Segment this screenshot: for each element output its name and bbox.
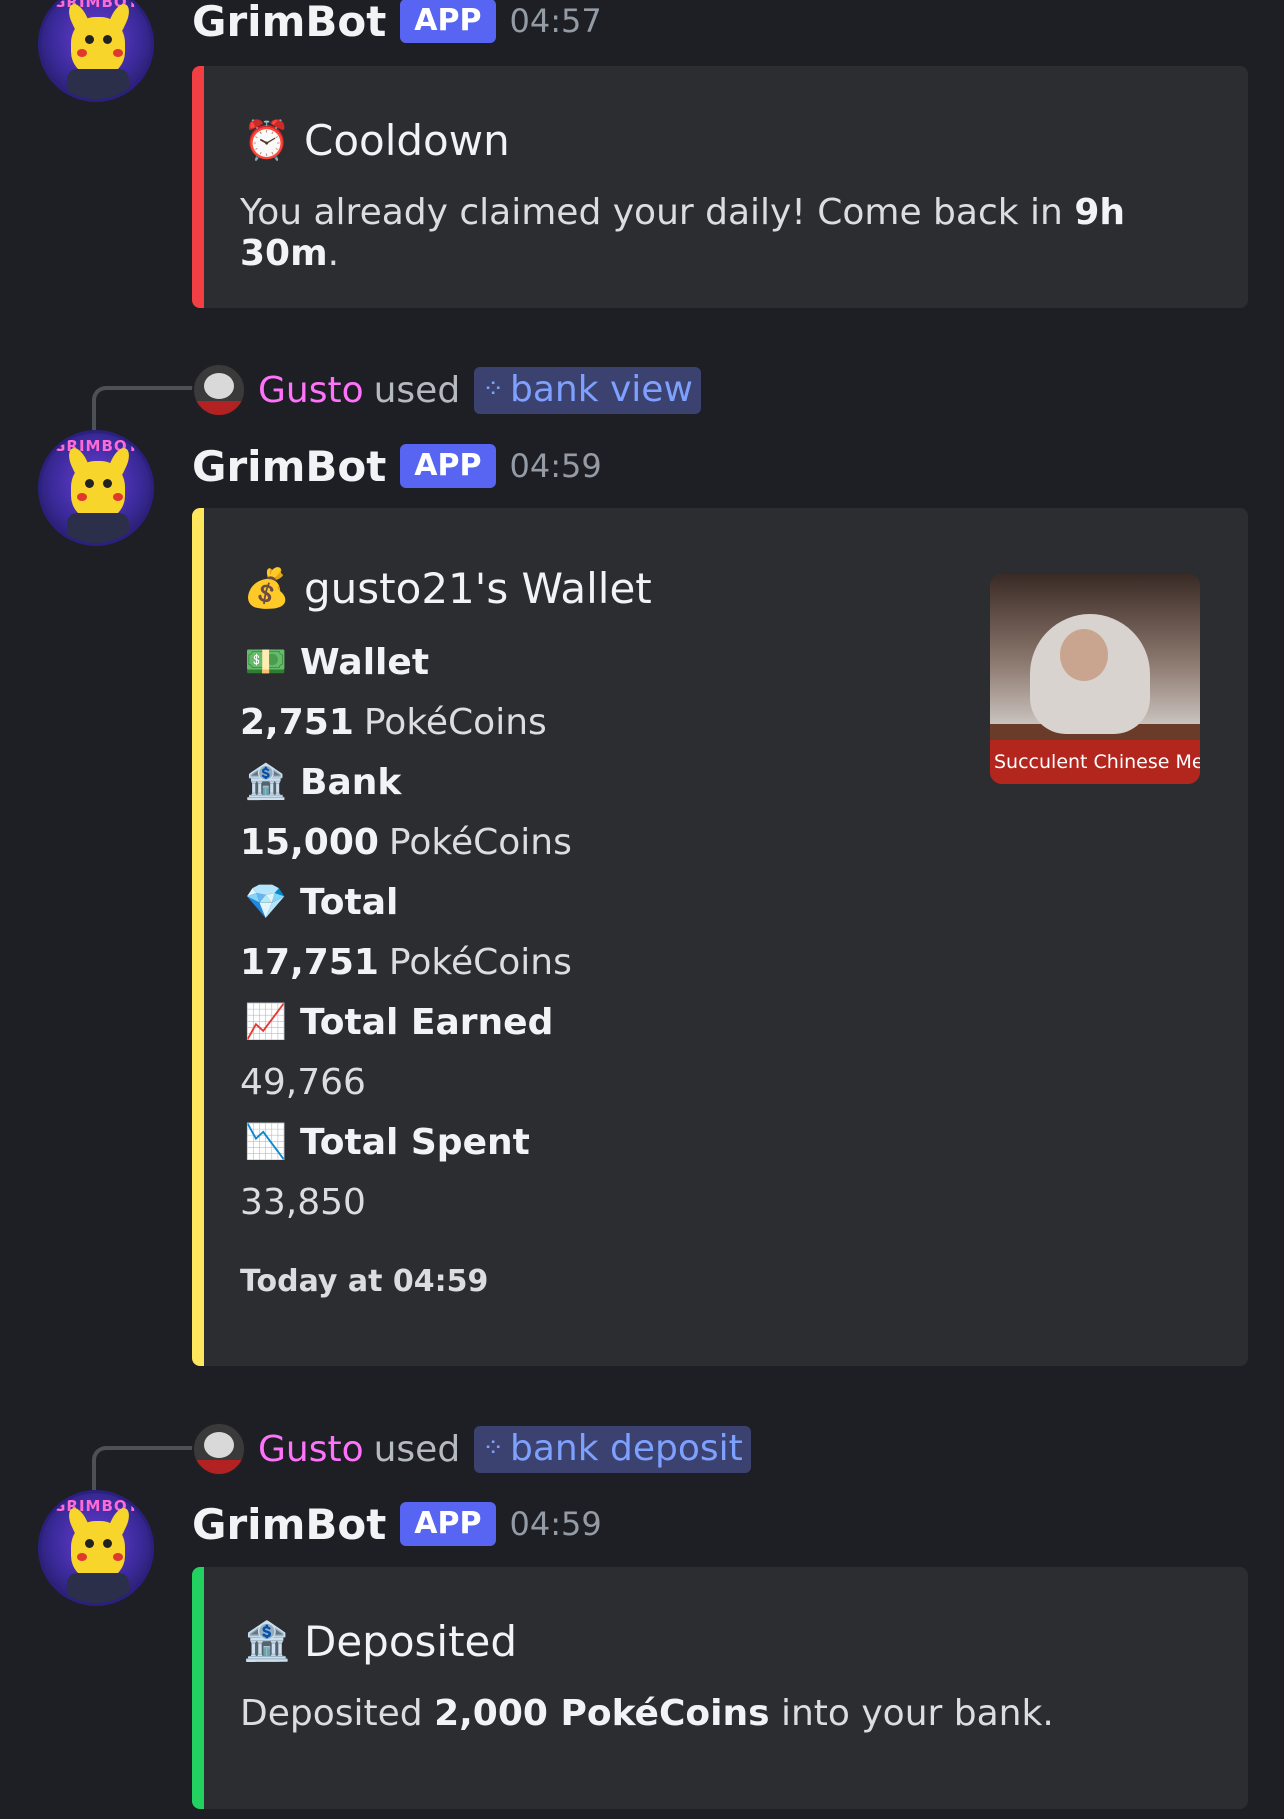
embed-color-bar [192,66,204,308]
invoker-name[interactable]: Gusto [258,1429,364,1470]
embed-description: Deposited 2,000 PokéCoins into your bank… [240,1693,1054,1734]
deposit-embed: 🏦 Deposited Deposited 2,000 PokéCoins in… [192,1567,1248,1809]
command-icon: ⁘ [482,1433,504,1463]
message-header: GrimBot APP 04:59 [192,1496,602,1552]
reply-connector [92,1446,196,1490]
used-label: used [373,1428,461,1470]
embed-color-bar [192,508,204,1366]
field-name-total-spent: 📉 Total Spent [240,1112,1208,1172]
used-label: used [373,369,461,411]
avatar-ring-text: GRIMBOT [53,0,139,11]
money-bag-icon: 💰 [243,565,291,610]
command-icon: ⁘ [482,374,504,404]
app-badge: APP [400,1502,496,1546]
reply-connector [92,386,196,430]
dollar-banknote-icon: 💵 [244,642,288,682]
embed-title: 🏦 Deposited [240,1611,1208,1671]
slash-command-pill[interactable]: ⁘ bank view [474,366,701,414]
alarm-clock-icon: ⏰ [243,117,291,162]
user-avatar[interactable] [192,363,246,417]
bank-building-icon: 🏦 [243,1618,291,1663]
bot-name[interactable]: GrimBot [192,1500,386,1549]
slash-command-pill[interactable]: ⁘ bank deposit [474,1425,751,1473]
embed-description: You already claimed your daily! Come bac… [240,192,1125,274]
field-value-total: 17,751 PokéCoins [240,941,572,983]
app-badge: APP [400,0,496,43]
embed-footer: Today at 04:59 [240,1264,489,1299]
message-header: GrimBot APP 04:57 [192,0,602,46]
embed-color-bar [192,1567,204,1809]
field-value-total-earned: 49,766 [240,1061,366,1103]
user-avatar[interactable] [192,1422,246,1476]
field-value-total-spent: 33,850 [240,1181,366,1223]
message-header: GrimBot APP 04:59 [192,438,602,494]
message-timestamp[interactable]: 04:57 [510,2,602,40]
bank-building-icon: 🏦 [244,762,288,802]
grimbot-avatar[interactable]: GRIMBOT [38,430,154,546]
field-name-total-earned: 📈 Total Earned [240,992,1208,1052]
chart-increasing-icon: 📈 [244,1002,288,1042]
bot-name[interactable]: GrimBot [192,442,386,491]
invoker-name[interactable]: Gusto [258,370,364,411]
message-timestamp[interactable]: 04:59 [510,1505,602,1543]
grimbot-avatar[interactable]: GRIMBOT [38,1490,154,1606]
chart-decreasing-icon: 📉 [244,1122,288,1162]
grimbot-avatar[interactable]: GRIMBOT [38,0,154,102]
command-invocation: Gusto used ⁘ bank view [192,362,701,418]
embed-thumbnail[interactable]: Succulent Chinese Mea [990,574,1200,784]
command-invocation: Gusto used ⁘ bank deposit [192,1421,751,1477]
bot-name[interactable]: GrimBot [192,0,386,46]
app-badge: APP [400,444,496,488]
message-timestamp[interactable]: 04:59 [510,447,602,485]
wallet-embed: 💰 gusto21's Wallet 💵 Wallet 2,751 PokéCoin… [192,508,1248,1366]
embed-title: ⏰ Cooldown [240,110,1208,170]
field-name-total: 💎 Total [240,872,1208,932]
cooldown-embed: ⏰ Cooldown You already claimed your dail… [192,66,1248,308]
field-value-bank: 15,000 PokéCoins [240,821,572,863]
thumbnail-caption: Succulent Chinese Mea [990,740,1200,784]
gem-icon: 💎 [244,882,288,922]
